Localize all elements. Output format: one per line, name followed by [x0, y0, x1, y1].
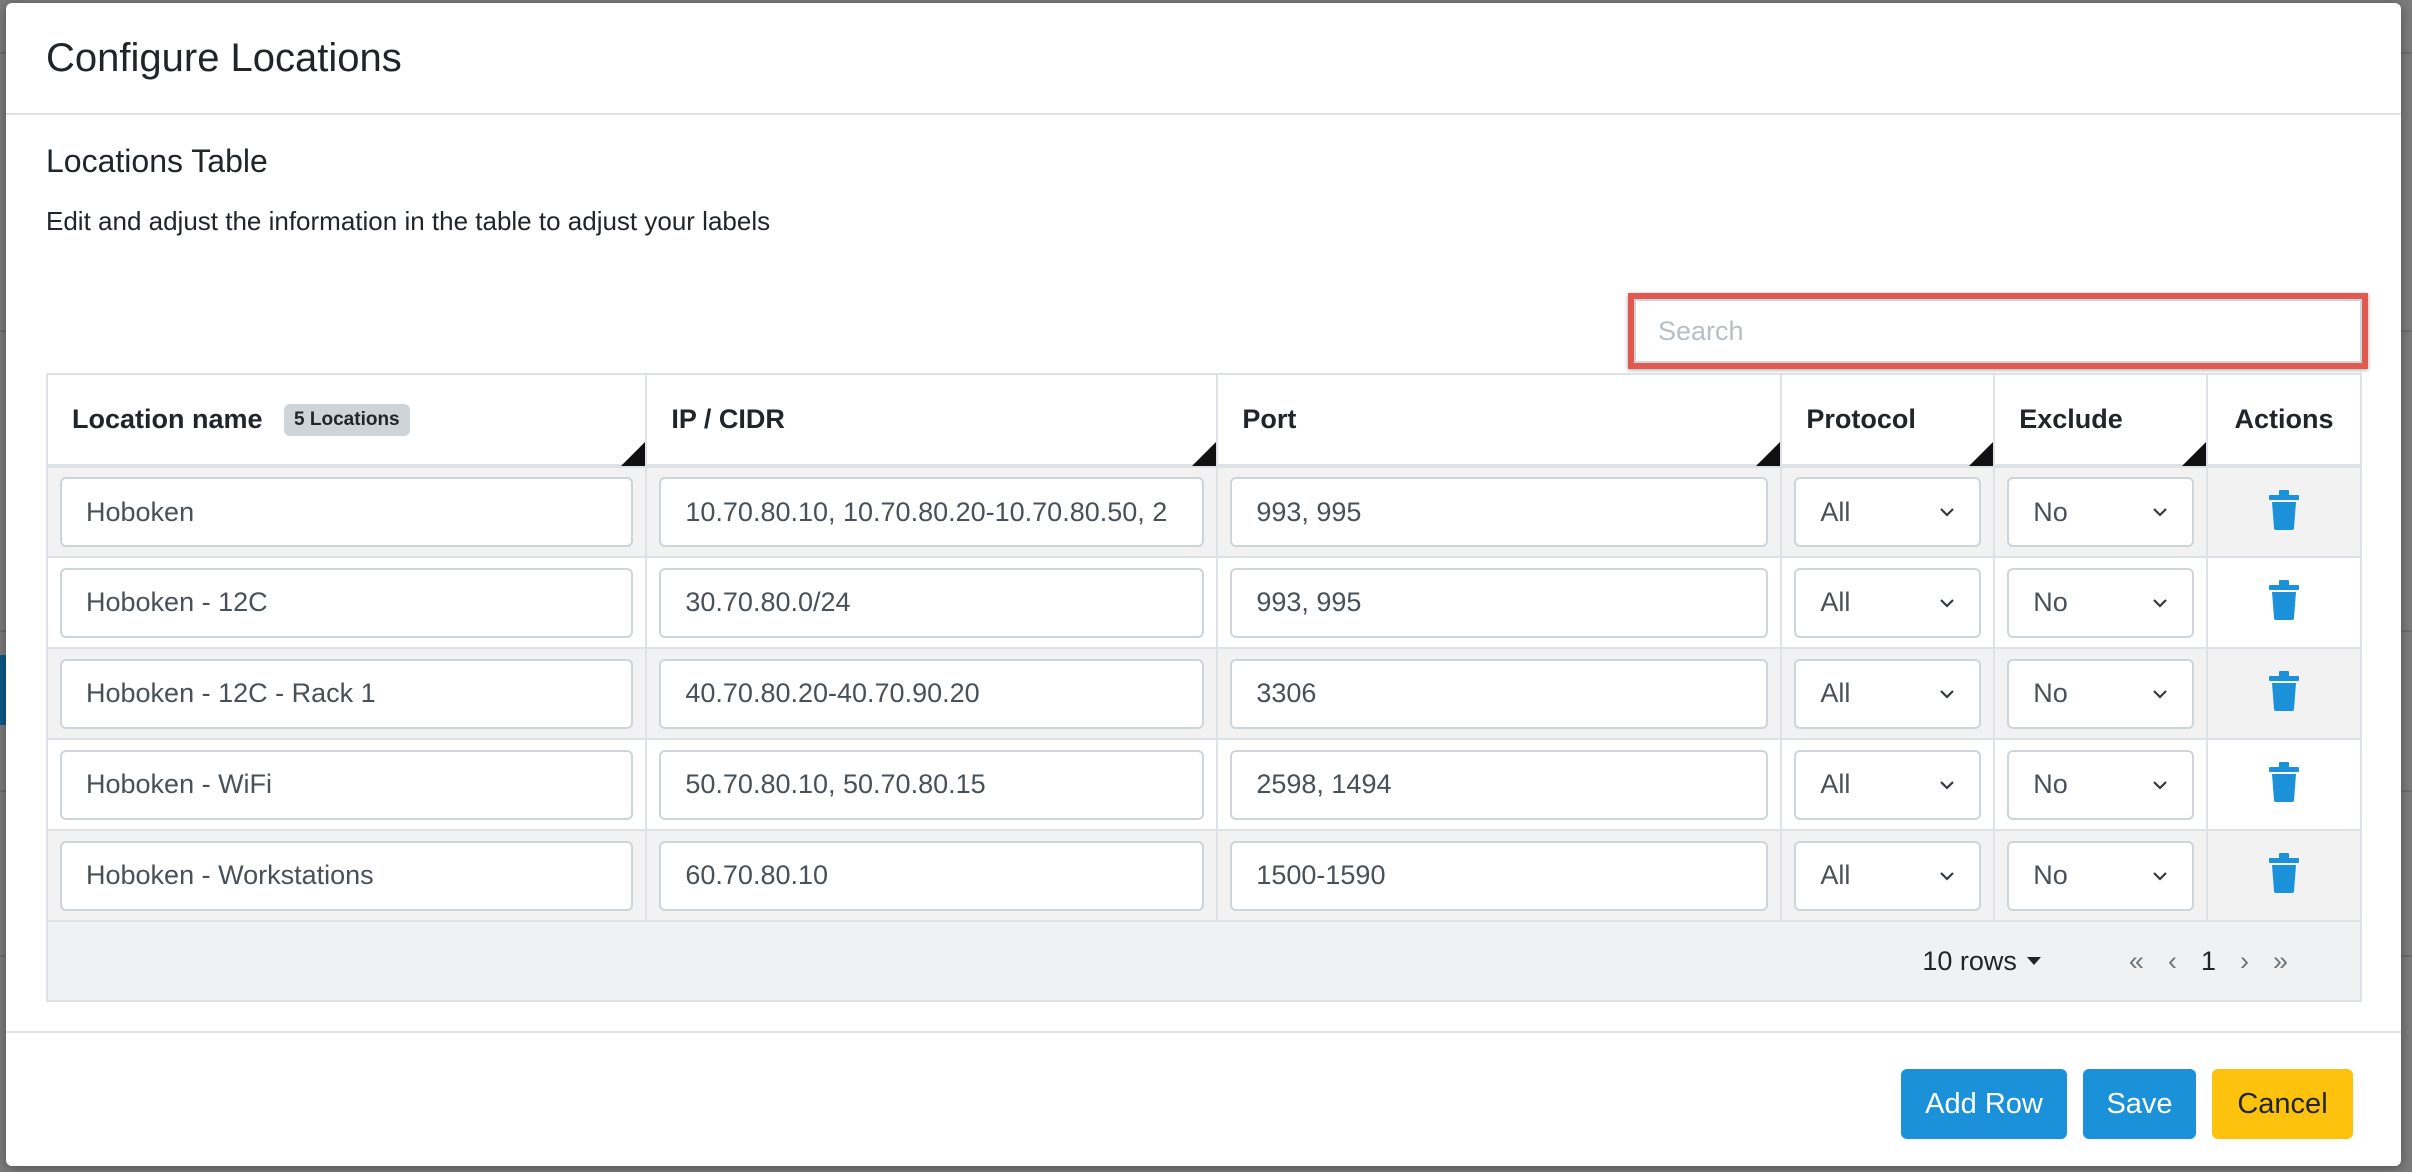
modal-body: Locations Table Edit and adjust the info…: [6, 143, 2401, 369]
chevron-down-icon: [2153, 508, 2167, 517]
location-name-input[interactable]: Hoboken - 12C - Rack 1: [60, 658, 634, 729]
rows-per-page-dropdown[interactable]: 10 rows: [1922, 946, 2041, 977]
modal-footer: Add Row Save Cancel: [6, 1031, 2401, 1166]
column-header-protocol[interactable]: Protocol: [1780, 373, 1996, 468]
column-header-actions: Actions: [2206, 373, 2362, 468]
port-input[interactable]: 3306: [1230, 658, 1769, 729]
exclude-select-value: No: [2033, 678, 2068, 708]
ip-cidr-input[interactable]: 50.70.80.10, 50.70.80.15: [659, 749, 1205, 820]
exclude-select[interactable]: No: [2007, 567, 2195, 638]
next-page-button[interactable]: ›: [2240, 946, 2249, 977]
port-input[interactable]: 993, 995: [1230, 567, 1769, 638]
trash-icon[interactable]: [2269, 580, 2300, 620]
protocol-select-value: All: [1820, 769, 1851, 799]
trash-icon[interactable]: [2269, 762, 2300, 802]
chevron-down-icon: [2153, 780, 2167, 790]
port-input[interactable]: 1500-1590: [1230, 840, 1769, 911]
location-name-input[interactable]: Hoboken: [60, 477, 634, 547]
column-resize-handle[interactable]: [2182, 442, 2207, 466]
rows-per-page-label: 10 rows: [1922, 945, 2017, 976]
chevron-down-icon: [2153, 871, 2167, 881]
exclude-select-value: No: [2033, 496, 2068, 527]
column-header-port[interactable]: Port: [1216, 373, 1783, 468]
exclude-select[interactable]: No: [2007, 477, 2195, 547]
protocol-select-value: All: [1820, 496, 1851, 527]
section-description: Edit and adjust the information in the t…: [46, 206, 771, 236]
modal-header: Configure Locations: [6, 3, 2401, 115]
save-button[interactable]: Save: [2083, 1069, 2196, 1139]
exclude-select-value: No: [2033, 587, 2068, 617]
column-header-ip[interactable]: IP / CIDR: [645, 373, 1219, 468]
chevron-down-icon: [1940, 780, 1955, 790]
exclude-select-value: No: [2033, 860, 2068, 890]
port-input[interactable]: 993, 995: [1230, 477, 1769, 547]
column-header-exclude-label: Exclude: [2019, 404, 2123, 434]
location-name-input[interactable]: Hoboken - WiFi: [60, 749, 634, 820]
column-header-ip-label: IP / CIDR: [671, 404, 785, 434]
column-header-actions-label: Actions: [2234, 404, 2334, 434]
search-highlight: [1628, 293, 2368, 369]
caret-down-icon: [2026, 957, 2041, 965]
search-input[interactable]: [1634, 299, 2362, 363]
protocol-select[interactable]: All: [1794, 567, 1982, 638]
locations-count-badge: 5 Locations: [284, 403, 410, 436]
exclude-select[interactable]: No: [2007, 840, 2195, 911]
ip-cidr-input[interactable]: 30.70.80.0/24: [659, 567, 1205, 638]
locations-table: Location name 5 Locations IP / CIDR Port…: [45, 373, 2362, 1002]
pagination: 10 rows « ‹ 1 › »: [60, 946, 2348, 977]
first-page-button[interactable]: «: [2129, 946, 2144, 977]
chevron-down-icon: [1940, 508, 1955, 517]
table-row: Hoboken - WiFi 50.70.80.10, 50.70.80.15 …: [45, 738, 2362, 831]
table-footer-row: 10 rows « ‹ 1 › »: [46, 920, 2362, 1002]
exclude-select[interactable]: No: [2007, 658, 2195, 729]
column-resize-handle[interactable]: [621, 442, 646, 466]
column-header-exclude[interactable]: Exclude: [1993, 373, 2209, 468]
table-row: Hoboken - 12C - Rack 1 40.70.80.20-40.70…: [45, 647, 2362, 740]
location-name-input[interactable]: Hoboken - 12C: [60, 567, 634, 638]
trash-icon[interactable]: [2269, 853, 2300, 893]
cancel-button[interactable]: Cancel: [2212, 1069, 2353, 1139]
chevron-down-icon: [1940, 871, 1955, 881]
protocol-select[interactable]: All: [1794, 477, 1982, 547]
column-header-location-label: Location name: [72, 403, 263, 434]
table-row: Hoboken - Workstations 60.70.80.10 1500-…: [45, 829, 2362, 922]
exclude-select[interactable]: No: [2007, 749, 2195, 820]
table-header-row: Location name 5 Locations IP / CIDR Port…: [45, 373, 2362, 468]
chevron-down-icon: [1940, 689, 1955, 699]
section-title: Locations Table: [46, 143, 268, 179]
chevron-down-icon: [2153, 689, 2167, 699]
ip-cidr-input[interactable]: 60.70.80.10: [659, 840, 1205, 911]
modal-title: Configure Locations: [46, 35, 402, 80]
pagination-bar: 10 rows « ‹ 1 › »: [46, 920, 2362, 1002]
ip-cidr-input[interactable]: 10.70.80.10, 10.70.80.20-10.70.80.50, 2: [659, 477, 1205, 547]
chevron-down-icon: [1940, 598, 1955, 608]
exclude-select-value: No: [2033, 769, 2068, 799]
protocol-select[interactable]: All: [1794, 658, 1982, 729]
column-header-protocol-label: Protocol: [1806, 404, 1916, 434]
configure-locations-modal: Configure Locations Locations Table Edit…: [6, 3, 2401, 1166]
ip-cidr-input[interactable]: 40.70.80.20-40.70.90.20: [659, 658, 1205, 729]
add-row-button[interactable]: Add Row: [1901, 1069, 2067, 1139]
column-resize-handle[interactable]: [1969, 442, 1994, 466]
protocol-select-value: All: [1820, 587, 1851, 617]
column-header-location[interactable]: Location name 5 Locations: [45, 373, 648, 468]
trash-icon[interactable]: [2269, 489, 2300, 530]
page-1-button[interactable]: 1: [2201, 946, 2216, 977]
trash-icon[interactable]: [2269, 671, 2300, 711]
column-header-port-label: Port: [1242, 404, 1297, 434]
column-resize-handle[interactable]: [1192, 442, 1217, 466]
chevron-down-icon: [2153, 598, 2167, 608]
location-name-input[interactable]: Hoboken - Workstations: [60, 840, 634, 911]
protocol-select-value: All: [1820, 678, 1851, 708]
protocol-select-value: All: [1820, 860, 1851, 890]
table-row: Hoboken 10.70.80.10, 10.70.80.20-10.70.8…: [45, 465, 2362, 558]
table-row: Hoboken - 12C 30.70.80.0/24 993, 995 All…: [45, 556, 2362, 649]
prev-page-button[interactable]: ‹: [2168, 946, 2177, 977]
protocol-select[interactable]: All: [1794, 840, 1982, 911]
column-resize-handle[interactable]: [1756, 442, 1781, 466]
protocol-select[interactable]: All: [1794, 749, 1982, 820]
last-page-button[interactable]: »: [2273, 946, 2288, 977]
port-input[interactable]: 2598, 1494: [1230, 749, 1769, 820]
